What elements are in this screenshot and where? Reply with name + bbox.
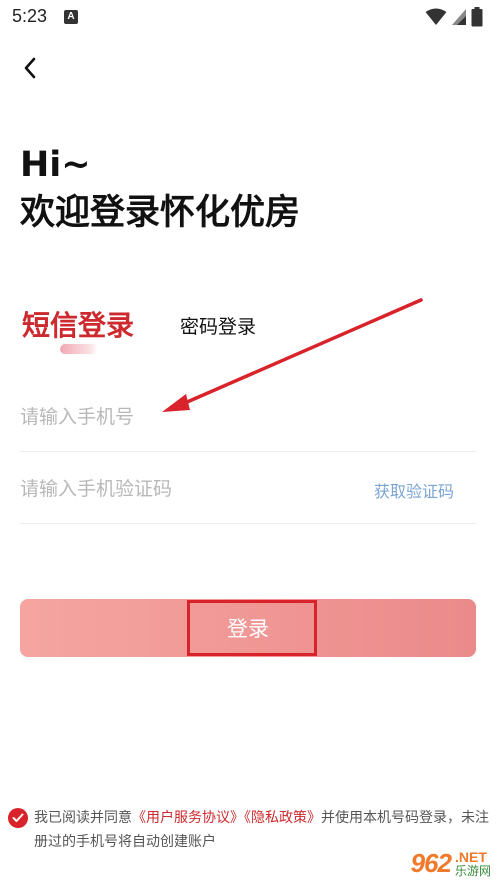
user-agreement-link[interactable]: 《用户服务协议》 (132, 810, 244, 826)
code-input[interactable] (20, 477, 340, 500)
privacy-policy-link[interactable]: 《隐私政策》 (244, 810, 321, 826)
wifi-icon (425, 8, 447, 25)
phone-input[interactable] (20, 405, 340, 428)
tab-active-indicator (60, 344, 98, 354)
watermark-side: .NET 乐游网 (455, 850, 491, 878)
check-icon (12, 813, 24, 822)
status-time: 5:23 (12, 6, 48, 26)
phone-field-row (20, 382, 476, 452)
code-field-row: 获取验证码 (20, 454, 476, 524)
tab-sms-login[interactable]: 短信登录 (22, 304, 134, 344)
battery-icon (471, 7, 483, 27)
status-bar: 5:23 A (0, 0, 497, 34)
watermark-number: 962 (410, 848, 452, 878)
notification-icon: A (64, 10, 78, 24)
greeting-title: Hi~ (20, 145, 91, 185)
chevron-left-icon (24, 57, 36, 79)
status-icons (425, 7, 483, 27)
agreement-prefix: 我已阅读并同意 (34, 810, 132, 826)
signal-icon (452, 9, 466, 25)
login-button[interactable]: 登录 (20, 599, 476, 657)
back-button[interactable] (14, 52, 46, 84)
agreement-checkbox[interactable] (8, 808, 28, 828)
watermark-site-name: 乐游网 (454, 863, 491, 878)
get-code-button[interactable]: 获取验证码 (374, 478, 454, 502)
login-button-label: 登录 (227, 617, 269, 641)
tab-password-login[interactable]: 密码登录 (180, 312, 256, 339)
agreement-text: 我已阅读并同意《用户服务协议》《隐私政策》并使用本机号码登录，未注册过的手机号将… (34, 806, 494, 854)
welcome-title: 欢迎登录怀化优房 (20, 193, 301, 233)
watermark-net: .NET (454, 848, 487, 865)
watermark-logo: 962 .NET 乐游网 (411, 848, 491, 879)
